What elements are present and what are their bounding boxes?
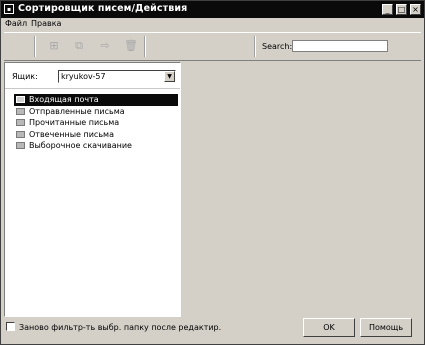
folder-label: Отвеченные письма [29,129,114,139]
minimize-button[interactable]: _ [382,4,393,15]
mailbox-label: Ящик: [12,72,38,81]
window-title: Сортировщик писем/Действия [18,3,188,14]
delete-icon[interactable]: 🗑 [124,40,138,52]
folder-label: Входящая почта [29,95,99,104]
folder-icon [16,142,25,149]
panel-divider [5,88,180,89]
copy-filter-icon[interactable]: ⧉ [73,40,85,52]
help-button[interactable]: Помощь [360,318,412,337]
ok-button[interactable]: OK [303,318,355,337]
title-bar: ▪ Сортировщик писем/Действия _ □ × [1,1,424,18]
folder-icon [16,130,25,138]
move-filter-icon[interactable]: ⇨ [99,40,111,52]
folder-label: Отправленные письма [29,106,125,116]
toolbar-separator [34,36,36,57]
chevron-down-icon[interactable]: ▼ [164,71,175,82]
refilter-checkbox[interactable] [6,322,15,331]
new-filter-icon[interactable]: ⊞ [48,40,60,52]
folder-icon [16,107,25,115]
search-input[interactable] [292,40,388,52]
folder-item-selective-download[interactable]: Выборочное скачивание [14,140,178,152]
folder-item-read[interactable]: Прочитанные письма [14,117,178,129]
menu-file[interactable]: Файл [5,19,27,28]
folder-label: Прочитанные письма [29,118,120,127]
mailbox-value: kryukov-57 [61,72,106,81]
toolbar-separator [144,36,146,57]
menu-edit[interactable]: Правка [31,19,61,28]
folder-item-sent[interactable]: Отправленные письма [14,106,178,118]
folder-icon [16,119,25,126]
folder-item-answered[interactable]: Отвеченные письма [14,129,178,141]
folder-list: Входящая почта Отправленные письма Прочи… [14,94,178,152]
search-label: Search: [262,42,293,51]
folder-panel: Ящик: kryukov-57 ▼ Входящая почта Отправ… [4,62,181,317]
toolbar: ⊞ ⧉ ⇨ 🗑 Search: [4,32,421,61]
folder-icon [16,96,25,103]
menu-bar: Файл Правка [1,18,424,30]
folder-item-inbox[interactable]: Входящая почта [14,94,178,106]
app-icon: ▪ [4,4,14,14]
folder-label: Выборочное скачивание [29,141,132,150]
maximize-button[interactable]: □ [396,4,407,15]
actions-panel [182,62,420,315]
refilter-checkbox-label: Заново фильтр-ть выбр. папку после редак… [19,323,222,332]
mailbox-select[interactable]: kryukov-57 ▼ [58,70,176,83]
toolbar-separator [254,36,256,57]
close-button[interactable]: × [410,4,421,15]
sorter-window: ▪ Сортировщик писем/Действия _ □ × Файл … [0,0,425,345]
